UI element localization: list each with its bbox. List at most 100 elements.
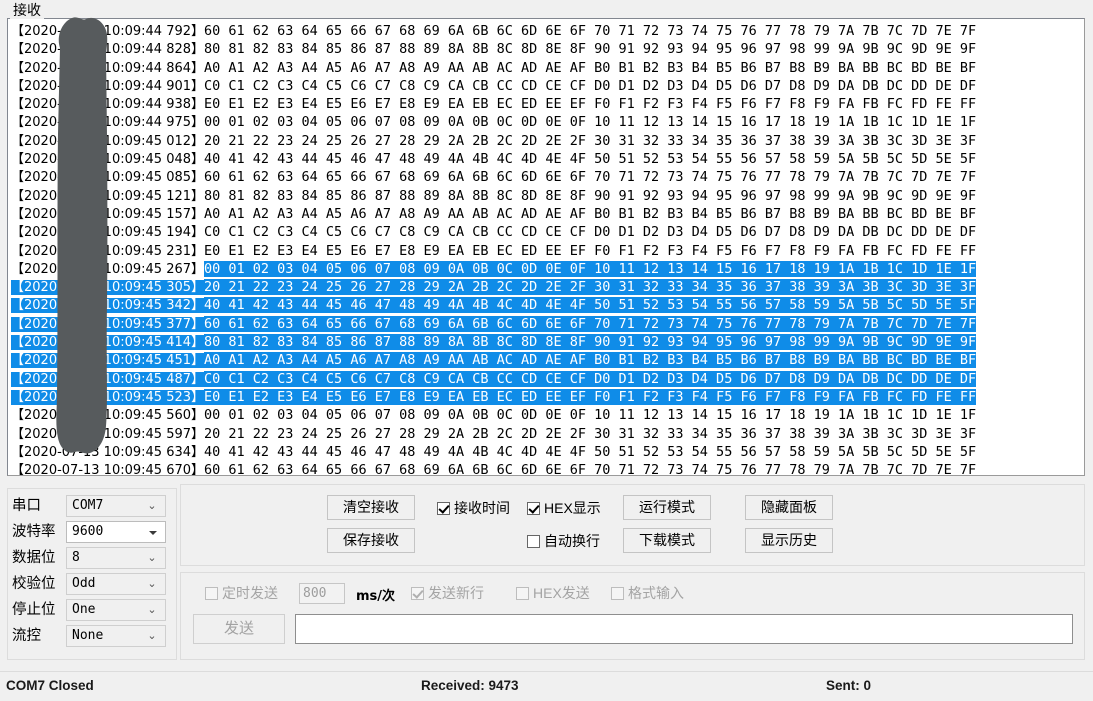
- log-timestamp: 【2020-07-13 10:09:45 305】: [11, 280, 205, 296]
- run-mode-button[interactable]: 运行模式: [623, 495, 711, 520]
- log-hex-bytes: A0 A1 A2 A3 A4 A5 A6 A7 A8 A9 AA AB AC A…: [204, 205, 977, 222]
- checkbox-hex-send-label: HEX发送: [533, 585, 590, 601]
- setting-value-2: 8: [72, 550, 80, 565]
- receive-group: 接收 【2020-07-13 10:09:44 792】60 61 62 63 …: [0, 0, 1093, 480]
- setting-combo-0[interactable]: COM7 ⌄: [66, 495, 166, 517]
- log-hex-bytes: E0 E1 E2 E3 E4 E5 E6 E7 E8 E9 EA EB EC E…: [204, 96, 977, 113]
- download-mode-button[interactable]: 下载模式: [623, 528, 711, 553]
- receive-log-line: 【2020-07-13 10:09:44 975】00 01 02 03 04 …: [11, 113, 1083, 131]
- send-text-input[interactable]: [295, 614, 1073, 644]
- log-timestamp: 【2020-07-13 10:09:45 523】: [11, 389, 205, 405]
- receive-log-line: 【2020-07-13 10:09:45 012】20 21 22 23 24 …: [11, 132, 1083, 150]
- checkbox-send-newline-box[interactable]: [411, 587, 424, 600]
- receive-log-line: 【2020-07-13 10:09:44 828】80 81 82 83 84 …: [11, 40, 1083, 58]
- setting-value-4: One: [72, 602, 96, 617]
- checkbox-hex-display[interactable]: HEX显示: [527, 500, 601, 516]
- status-port-state: COM7 Closed: [6, 678, 94, 693]
- checkbox-timed-send-box[interactable]: [205, 587, 218, 600]
- receive-log-content[interactable]: 【2020-07-13 10:09:44 792】60 61 62 63 64 …: [11, 22, 1083, 476]
- receive-log-line: 【2020-07-13 10:09:45 377】60 61 62 63 64 …: [11, 315, 1083, 333]
- setting-combo-1[interactable]: 9600: [66, 521, 166, 543]
- show-history-button[interactable]: 显示历史: [745, 528, 833, 553]
- checkbox-format-input-box[interactable]: [611, 587, 624, 600]
- log-hex-bytes: 20 21 22 23 24 25 26 27 28 29 2A 2B 2C 2…: [204, 425, 977, 442]
- log-hex-bytes: A0 A1 A2 A3 A4 A5 A6 A7 A8 A9 AA AB AC A…: [204, 352, 977, 369]
- receive-log-line: 【2020-07-13 10:09:45 194】C0 C1 C2 C3 C4 …: [11, 223, 1083, 241]
- log-timestamp: 【2020-07-13 10:09:45 012】: [11, 133, 205, 149]
- setting-value-5: None: [72, 628, 104, 643]
- log-timestamp: 【2020-07-13 10:09:45 157】: [11, 206, 205, 222]
- chevron-down-icon[interactable]: ⌄: [146, 626, 158, 646]
- bottom-panel: 串口 COM7 ⌄ 波特率 9600 数据位 8 ⌄ 校验位 Odd ⌄ 停止位 One ⌄ 流控 None ⌄…: [0, 480, 1093, 671]
- setting-label-3: 校验位: [12, 576, 56, 592]
- log-timestamp: 【2020-07-13 10:09:45 342】: [11, 298, 205, 314]
- setting-combo-5[interactable]: None ⌄: [66, 625, 166, 647]
- checkbox-timed-send[interactable]: 定时发送: [205, 585, 278, 601]
- receive-log-line: 【2020-07-13 10:09:45 305】20 21 22 23 24 …: [11, 278, 1083, 296]
- send-interval-input[interactable]: 800: [299, 583, 345, 604]
- log-hex-bytes: E0 E1 E2 E3 E4 E5 E6 E7 E8 E9 EA EB EC E…: [204, 388, 977, 405]
- setting-value-3: Odd: [72, 576, 96, 591]
- log-timestamp: 【2020-07-13 10:09:45 670】: [11, 463, 205, 476]
- log-hex-bytes: 80 81 82 83 84 85 86 87 88 89 8A 8B 8C 8…: [204, 187, 977, 204]
- chevron-down-icon[interactable]: ⌄: [146, 600, 158, 620]
- status-sent-count: Sent: 0: [826, 678, 872, 693]
- log-hex-bytes: 40 41 42 43 44 45 46 47 48 49 4A 4B 4C 4…: [204, 297, 977, 314]
- log-timestamp: 【2020-07-13 10:09:45 560】: [11, 408, 205, 424]
- receive-log-line: 【2020-07-13 10:09:45 085】60 61 62 63 64 …: [11, 168, 1083, 186]
- setting-label-5: 流控: [12, 628, 41, 644]
- receive-log-line: 【2020-07-13 10:09:45 670】60 61 62 63 64 …: [11, 461, 1083, 476]
- receive-log-line: 【2020-07-13 10:09:44 864】A0 A1 A2 A3 A4 …: [11, 59, 1083, 77]
- log-timestamp: 【2020-07-13 10:09:45 231】: [11, 243, 205, 259]
- log-hex-bytes: 80 81 82 83 84 85 86 87 88 89 8A 8B 8C 8…: [204, 41, 977, 58]
- checkbox-format-input-label: 格式输入: [628, 585, 684, 601]
- receive-log-line: 【2020-07-13 10:09:44 792】60 61 62 63 64 …: [11, 22, 1083, 40]
- receive-log-line: 【2020-07-13 10:09:45 523】E0 E1 E2 E3 E4 …: [11, 388, 1083, 406]
- chevron-down-icon[interactable]: [149, 531, 157, 535]
- log-timestamp: 【2020-07-13 10:09:45 194】: [11, 225, 205, 241]
- log-timestamp: 【2020-07-13 10:09:45 597】: [11, 426, 205, 442]
- receive-log-line: 【2020-07-13 10:09:45 634】40 41 42 43 44 …: [11, 443, 1083, 461]
- receive-group-label: 接收: [10, 1, 44, 19]
- receive-textarea[interactable]: 【2020-07-13 10:09:44 792】60 61 62 63 64 …: [7, 18, 1085, 476]
- checkbox-timed-send-label: 定时发送: [222, 585, 278, 601]
- setting-combo-4[interactable]: One ⌄: [66, 599, 166, 621]
- receive-log-line: 【2020-07-13 10:09:44 938】E0 E1 E2 E3 E4 …: [11, 95, 1083, 113]
- log-timestamp: 【2020-07-13 10:09:45 048】: [11, 152, 205, 168]
- checkbox-hex-send[interactable]: HEX发送: [516, 585, 590, 601]
- hide-panel-button[interactable]: 隐藏面板: [745, 495, 833, 520]
- checkbox-send-newline[interactable]: 发送新行: [411, 585, 484, 601]
- setting-combo-3[interactable]: Odd ⌄: [66, 573, 166, 595]
- status-bar: COM7 Closed Received: 9473 Sent: 0: [0, 671, 1093, 701]
- send-button[interactable]: 发送: [193, 614, 285, 644]
- checkbox-send-newline-label: 发送新行: [428, 585, 484, 601]
- chevron-down-icon[interactable]: ⌄: [146, 548, 158, 568]
- setting-value-1: 9600: [72, 524, 104, 539]
- log-hex-bytes: 40 41 42 43 44 45 46 47 48 49 4A 4B 4C 4…: [204, 151, 977, 168]
- chevron-down-icon[interactable]: ⌄: [146, 574, 158, 594]
- receive-log-line: 【2020-07-13 10:09:45 451】A0 A1 A2 A3 A4 …: [11, 351, 1083, 369]
- checkbox-hex-display-box[interactable]: [527, 502, 540, 515]
- clear-receive-button[interactable]: 清空接收: [327, 495, 415, 520]
- setting-label-2: 数据位: [12, 550, 56, 566]
- log-timestamp: 【2020-07-13 10:09:45 414】: [11, 335, 205, 351]
- setting-combo-2[interactable]: 8 ⌄: [66, 547, 166, 569]
- checkbox-receive-time-box[interactable]: [437, 502, 450, 515]
- status-received-count: Received: 9473: [421, 678, 519, 693]
- checkbox-auto-wrap[interactable]: 自动换行: [527, 533, 600, 549]
- checkbox-format-input[interactable]: 格式输入: [611, 585, 684, 601]
- checkbox-receive-time-label: 接收时间: [454, 500, 510, 516]
- setting-value-0: COM7: [72, 498, 104, 513]
- checkbox-hex-display-label: HEX显示: [544, 500, 601, 516]
- chevron-down-icon[interactable]: ⌄: [146, 496, 158, 516]
- log-hex-bytes: 00 01 02 03 04 05 06 07 08 09 0A 0B 0C 0…: [204, 260, 977, 277]
- save-receive-button[interactable]: 保存接收: [327, 528, 415, 553]
- log-hex-bytes: 40 41 42 43 44 45 46 47 48 49 4A 4B 4C 4…: [204, 443, 977, 460]
- checkbox-hex-send-box[interactable]: [516, 587, 529, 600]
- log-timestamp: 【2020-07-13 10:09:45 085】: [11, 170, 205, 186]
- log-timestamp: 【2020-07-13 10:09:45 487】: [11, 371, 205, 387]
- receive-log-line: 【2020-07-13 10:09:45 157】A0 A1 A2 A3 A4 …: [11, 205, 1083, 223]
- receive-log-line: 【2020-07-13 10:09:45 560】00 01 02 03 04 …: [11, 406, 1083, 424]
- checkbox-auto-wrap-box[interactable]: [527, 535, 540, 548]
- checkbox-receive-time[interactable]: 接收时间: [437, 500, 510, 516]
